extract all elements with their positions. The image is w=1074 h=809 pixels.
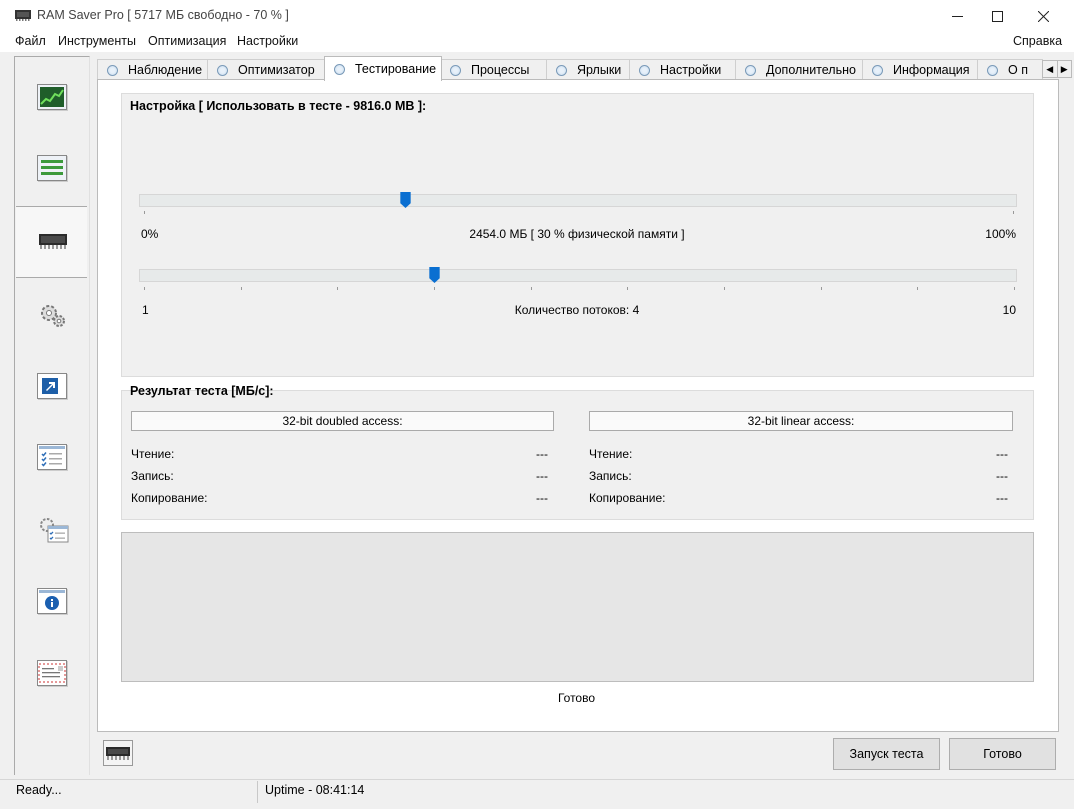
menu-help[interactable]: Справка (1013, 34, 1062, 48)
threads-slider-tick (434, 287, 435, 290)
memory-slider-tick (144, 211, 145, 214)
threads-value-label: Количество потоков: 4 (514, 303, 640, 317)
memory-slider-thumb[interactable] (399, 192, 411, 211)
tab-information[interactable]: Информация (862, 59, 979, 80)
maximize-icon (991, 10, 1003, 22)
threads-slider-tick (820, 287, 822, 290)
done-button[interactable]: Готово (949, 738, 1056, 770)
checklist-icon (36, 444, 67, 470)
linear-write-label: Запись: (589, 469, 632, 483)
memory-chip-icon (38, 230, 67, 254)
memory-max-label: 100% (985, 227, 1016, 241)
threads-max-label: 10 (1002, 303, 1016, 317)
menu-bar: Файл Инструменты Оптимизация Настройки С… (0, 32, 1074, 52)
threads-slider-tick (724, 287, 725, 290)
nav-shortcuts[interactable] (16, 351, 87, 421)
threads-slider-tick (1014, 287, 1015, 290)
info-icon (36, 588, 67, 614)
test-output-area (121, 532, 1034, 682)
threads-slider-tick (240, 287, 242, 290)
status-message: Готово (557, 691, 596, 705)
memory-slider-track[interactable] (139, 194, 1017, 207)
doubled-copy-value: --- (536, 491, 548, 505)
tab-radio-icon (872, 64, 883, 76)
memory-value-label: 2454.0 МБ [ 30 % физической памяти ] (469, 227, 685, 241)
doubled-read-label: Чтение: (131, 447, 175, 461)
tab-radio-icon (556, 64, 567, 76)
minimize-icon (951, 15, 963, 17)
tab-scroll-buttons: ◀ ▶ (1042, 60, 1072, 78)
tab-radio-icon (334, 63, 345, 75)
linear-access-header: 32-bit linear access: (589, 411, 1013, 431)
menu-tools[interactable]: Инструменты (58, 34, 136, 48)
app-chip-icon (14, 8, 32, 22)
nav-processes[interactable] (16, 279, 87, 349)
tab-radio-icon (745, 64, 756, 76)
linear-copy-label: Копирование: (589, 491, 666, 505)
linear-read-label: Чтение: (589, 447, 633, 461)
threads-slider-track[interactable] (139, 269, 1017, 282)
threads-slider-tick (530, 287, 532, 290)
settings-group-label: Настройка [ Использовать в тесте - 9816.… (130, 99, 427, 113)
threads-slider-tick (917, 287, 919, 290)
results-group (121, 390, 1034, 520)
threads-slider-tick (337, 287, 339, 290)
menu-optimization[interactable]: Оптимизация (148, 34, 226, 48)
doubled-write-label: Запись: (131, 469, 174, 483)
linear-copy-value: --- (996, 491, 1008, 505)
nav-optimizer[interactable] (16, 133, 87, 203)
tab-scroll-left-icon[interactable]: ◀ (1043, 61, 1057, 77)
status-bar (0, 779, 1074, 809)
tab-settings[interactable]: Настройки (629, 59, 737, 80)
linear-read-value: --- (996, 447, 1008, 461)
doubled-copy-label: Копирование: (131, 491, 208, 505)
shortcut-arrow-icon (36, 373, 67, 399)
tab-radio-icon (987, 64, 998, 76)
gears-icon (38, 302, 66, 327)
nav-monitoring[interactable] (16, 62, 87, 132)
tab-about[interactable]: О п (977, 59, 1043, 80)
close-icon (1037, 10, 1049, 22)
tab-additional[interactable]: Дополнительно (735, 59, 864, 80)
nav-settings[interactable] (16, 422, 87, 492)
tab-radio-icon (107, 64, 118, 76)
status-uptime: Uptime - 08:41:14 (265, 783, 365, 797)
tab-testing[interactable]: Тестирование (324, 56, 442, 81)
tab-radio-icon (639, 64, 650, 76)
doubled-write-value: --- (536, 469, 548, 483)
tab-processes[interactable]: Процессы (440, 59, 548, 80)
threads-slider-thumb[interactable] (428, 267, 440, 286)
status-state: Ready... (16, 783, 62, 797)
status-divider (257, 781, 258, 803)
menu-settings[interactable]: Настройки (237, 34, 298, 48)
monitor-chart-icon (36, 84, 67, 110)
window-title: RAM Saver Pro [ 5717 МБ свободно - 70 % … (37, 8, 289, 22)
tab-radio-icon (217, 64, 228, 76)
tab-scroll-right-icon[interactable]: ▶ (1056, 61, 1072, 77)
about-letter-icon (36, 660, 67, 686)
threads-slider-tick (627, 287, 629, 290)
results-group-label: Результат теста [МБ/с]: (130, 384, 274, 398)
start-test-button[interactable]: Запуск теста (833, 738, 940, 770)
title-bar: RAM Saver Pro [ 5717 МБ свободно - 70 % … (0, 0, 1074, 32)
nav-additional[interactable] (16, 493, 87, 563)
tab-optimizer[interactable]: Оптимизатор (207, 59, 326, 80)
tab-shortcuts[interactable]: Ярлыки (546, 59, 631, 80)
settings-checklist-icon (38, 516, 68, 543)
nav-about[interactable] (16, 638, 87, 708)
menu-file[interactable]: Файл (15, 34, 46, 48)
memory-chip-icon (103, 740, 133, 766)
close-button[interactable] (1020, 0, 1066, 32)
tab-radio-icon (450, 64, 461, 76)
doubled-access-header: 32-bit doubled access: (131, 411, 554, 431)
linear-write-value: --- (996, 469, 1008, 483)
doubled-read-value: --- (536, 447, 548, 461)
nav-information[interactable] (16, 566, 87, 636)
threads-slider-tick (144, 287, 145, 290)
tab-monitoring[interactable]: Наблюдение (97, 59, 209, 80)
nav-testing[interactable] (16, 206, 87, 278)
optimizer-list-icon (36, 155, 67, 181)
maximize-button[interactable] (974, 0, 1020, 32)
memory-slider-tick (1013, 211, 1014, 214)
